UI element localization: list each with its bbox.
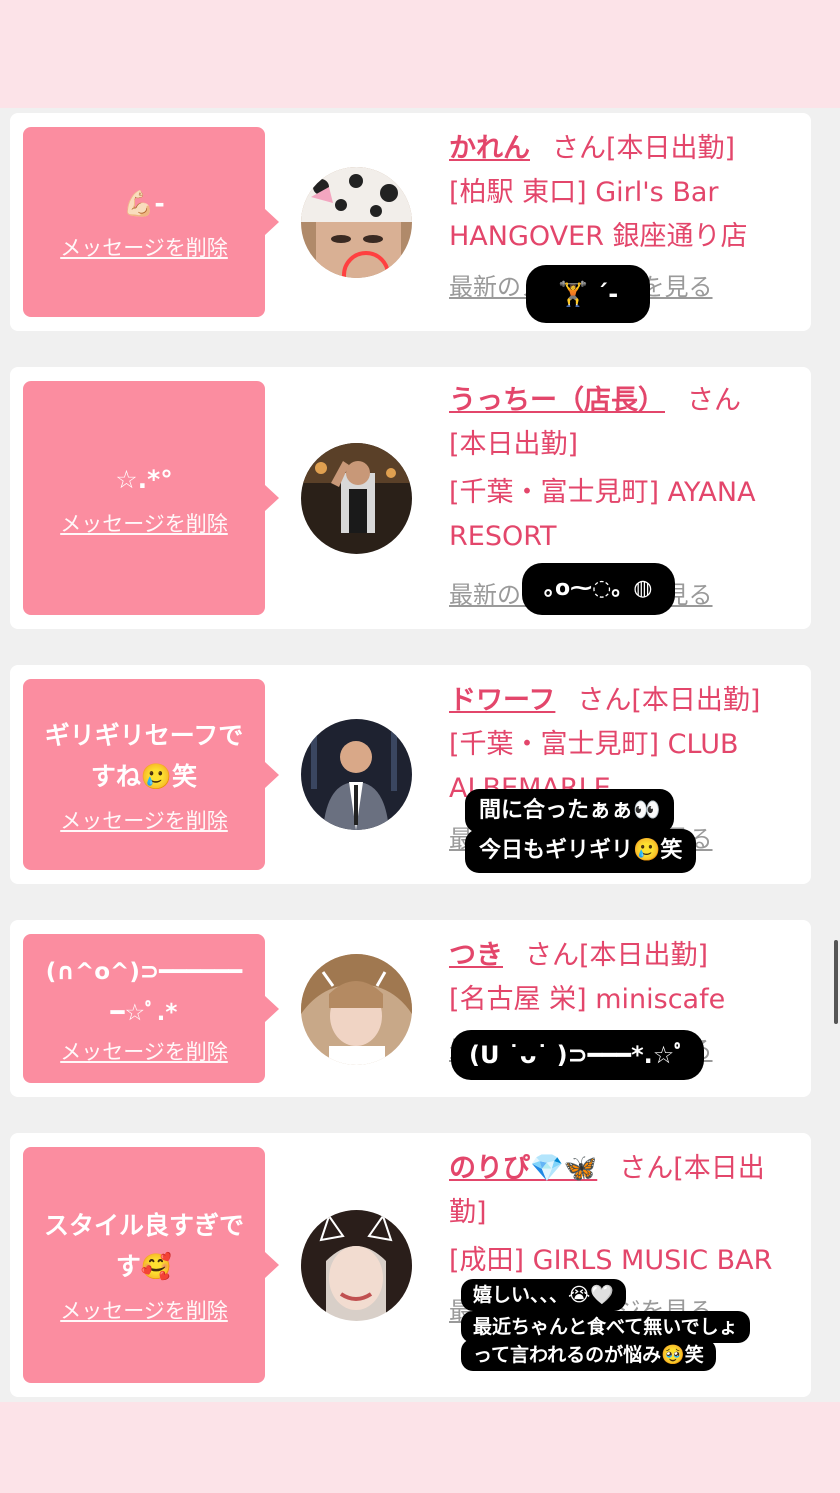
honorific: さん bbox=[577, 685, 632, 716]
avatar[interactable] bbox=[301, 719, 412, 830]
message-bubble: スタイル良すぎで す🥰 メッセージを削除 bbox=[23, 1147, 279, 1383]
story-text-overlay: ｡o⁓◌。◍ bbox=[522, 563, 675, 615]
message-text: (∩^o^)⊃━━━━━━ ━☆ﾟ.* bbox=[45, 958, 243, 1026]
honorific: さん bbox=[552, 133, 606, 164]
message-text: ☆.*° bbox=[115, 464, 173, 494]
message-card: ギリギリセーフで すね🥲笑 メッセージを削除 ドワーフ さん[本日出勤] [千葉・… bbox=[10, 665, 811, 884]
delete-message-link[interactable]: メッセージを削除 bbox=[60, 508, 228, 538]
story-text-overlay: って言われるのが悩み🥹笑 bbox=[461, 1339, 716, 1371]
attendance-status: [本日出勤] bbox=[449, 429, 579, 460]
message-bubble: 💪🏻- メッセージを削除 bbox=[23, 127, 279, 317]
profile-name-link[interactable]: うっちー（店長） bbox=[449, 385, 665, 416]
attendance-status: [本日出勤] bbox=[606, 133, 736, 164]
profile-name-link[interactable]: かれん bbox=[449, 133, 530, 164]
message-text: ギリギリセーフで すね🥲笑 bbox=[44, 720, 244, 791]
avatar[interactable] bbox=[301, 443, 412, 554]
story-text-overlay: 🏋️ ˊ- bbox=[526, 265, 651, 323]
shop-name: [柏駅 東口] Girl's Bar HANGOVER 銀座通り店 bbox=[449, 177, 748, 252]
message-card: ☆.*° メッセージを削除 うっちー（店長） さん [本日出勤] [千葉・富士見町… bbox=[10, 367, 811, 629]
story-text-overlay: 今日もギリギリ🥲笑 bbox=[465, 829, 697, 873]
story-text-overlay: 嬉しい、、、😭🤍 bbox=[461, 1279, 626, 1311]
honorific: さん bbox=[619, 1153, 674, 1184]
honorific: さん bbox=[525, 940, 579, 971]
profile-name-link[interactable]: のりぴ💎🦋 bbox=[449, 1153, 597, 1184]
delete-message-link[interactable]: メッセージを削除 bbox=[60, 1295, 228, 1325]
attendance-status: [本日出勤] bbox=[579, 940, 709, 971]
message-card: (∩^o^)⊃━━━━━━ ━☆ﾟ.* メッセージを削除 つき さん[本日出勤] … bbox=[10, 920, 811, 1097]
message-card: スタイル良すぎで す🥰 メッセージを削除 のりぴ💎🦋 さん[本日出勤] [成田] … bbox=[10, 1133, 811, 1397]
story-text-overlay: 間に合ったぁぁ👀 bbox=[465, 789, 675, 833]
avatar[interactable] bbox=[301, 1210, 412, 1321]
honorific: さん bbox=[687, 385, 741, 416]
profile-name-link[interactable]: つき bbox=[449, 940, 503, 971]
scrollbar[interactable] bbox=[834, 940, 838, 1024]
delete-message-link[interactable]: メッセージを削除 bbox=[60, 1036, 228, 1066]
delete-message-link[interactable]: メッセージを削除 bbox=[60, 232, 228, 262]
avatar[interactable] bbox=[301, 167, 412, 278]
message-bubble: ☆.*° メッセージを削除 bbox=[23, 381, 279, 615]
message-card: 💪🏻- メッセージを削除 かれん さん[本日出勤] [柏駅 東口] Girl's … bbox=[10, 113, 811, 331]
shop-name: [成田] GIRLS MUSIC BAR bbox=[449, 1245, 773, 1276]
shop-name: [千葉・富士見町] AYANA RESORT bbox=[449, 477, 756, 552]
message-text: 💪🏻- bbox=[123, 188, 165, 218]
delete-message-link[interactable]: メッセージを削除 bbox=[60, 805, 228, 835]
top-header-bar bbox=[0, 0, 840, 108]
profile-name-link[interactable]: ドワーフ bbox=[449, 685, 555, 716]
shop-name: [名古屋 栄] miniscafe bbox=[449, 984, 726, 1015]
message-bubble: (∩^o^)⊃━━━━━━ ━☆ﾟ.* メッセージを削除 bbox=[23, 934, 279, 1083]
message-text: スタイル良すぎで す🥰 bbox=[43, 1211, 244, 1281]
attendance-status: [本日出勤] bbox=[631, 685, 761, 716]
bottom-bar bbox=[0, 1402, 840, 1493]
message-bubble: ギリギリセーフで すね🥲笑 メッセージを削除 bbox=[23, 679, 279, 870]
avatar[interactable] bbox=[301, 954, 412, 1065]
story-text-overlay: (ᑌ ˙ᴗ˙ )⊃━━━*.☆ﾟ bbox=[451, 1030, 705, 1080]
